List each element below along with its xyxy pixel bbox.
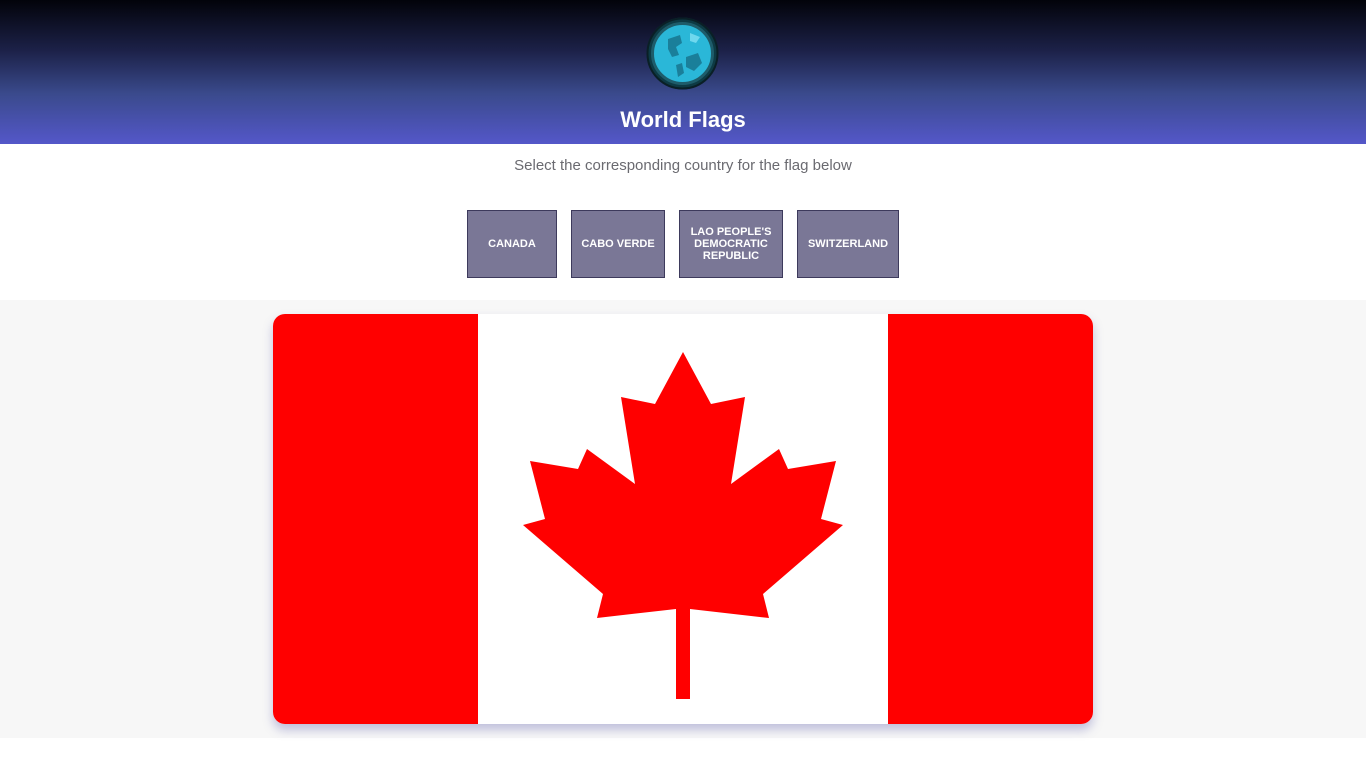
app-header: World Flags: [0, 0, 1366, 144]
answer-button-switzerland[interactable]: SWITZERLAND: [797, 210, 899, 278]
quiz-instruction: Select the corresponding country for the…: [514, 157, 852, 174]
answer-button-cabo-verde[interactable]: CABO VERDE: [571, 210, 665, 278]
answer-button-canada[interactable]: CANADA: [467, 210, 557, 278]
canada-flag-icon: [273, 314, 1093, 724]
answer-button-lao[interactable]: LAO PEOPLE'S DEMOCRATIC REPUBLIC: [679, 210, 783, 278]
globe-icon: [646, 17, 719, 90]
flag-image: [273, 314, 1093, 724]
page-title: World Flags: [620, 107, 746, 132]
